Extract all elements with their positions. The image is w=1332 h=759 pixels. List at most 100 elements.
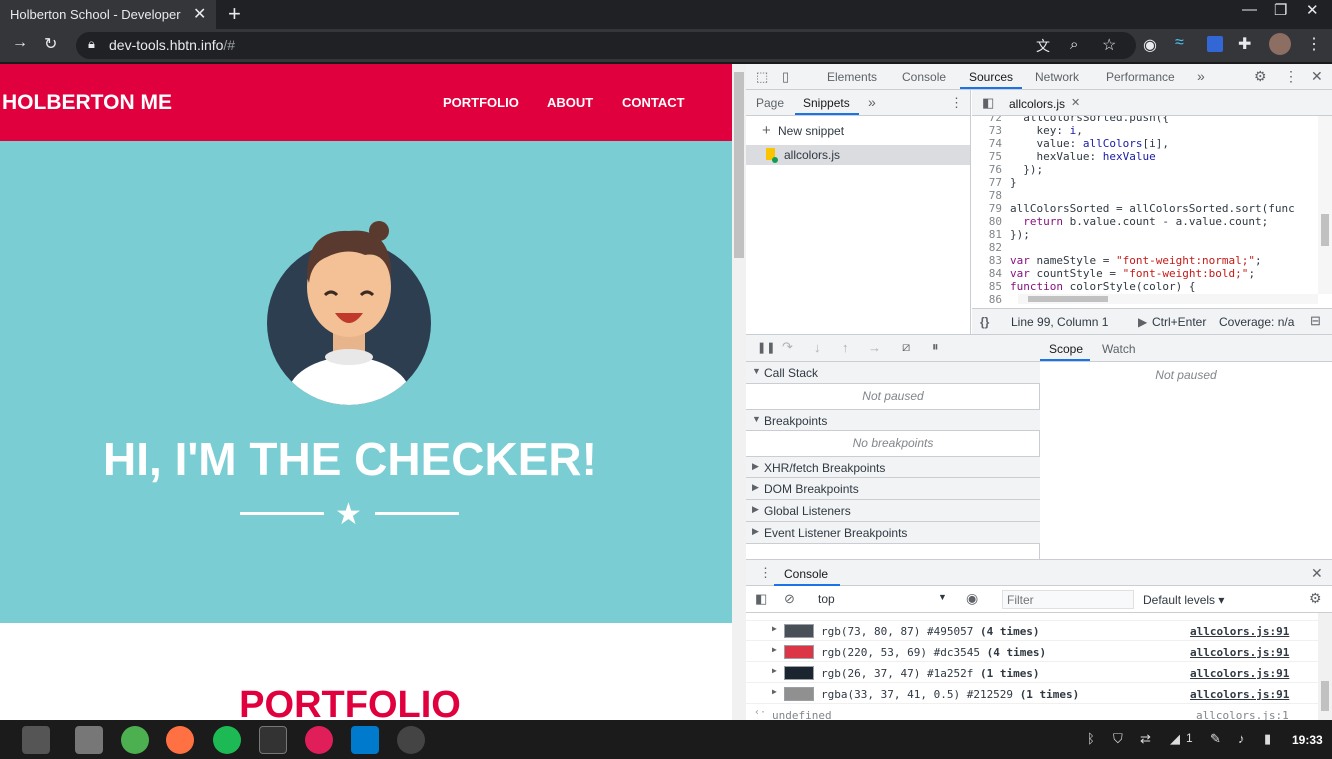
console-log-row[interactable]: ▶ rgb(26, 37, 47) #1a252f (1 times) allcol… [746, 662, 1318, 683]
clock[interactable]: 19:33 [1292, 733, 1323, 747]
plus-icon[interactable]: + [762, 122, 771, 139]
zoom-icon[interactable]: ⌕ [1070, 36, 1078, 53]
browser-tab[interactable]: Holberton School - Developer ✕ [0, 0, 216, 29]
puzzle-icon[interactable]: ✚ [1238, 34, 1251, 54]
line-number[interactable]: 85 [972, 280, 1010, 293]
expand-arrow-icon[interactable]: ▶ [772, 687, 777, 696]
line-number[interactable]: 72 [972, 116, 1010, 124]
code-line[interactable]: 77} [972, 176, 1017, 189]
line-number[interactable]: 77 [972, 176, 1010, 189]
reload-icon[interactable]: ↻ [44, 34, 57, 54]
editor-tab-close-icon[interactable]: ✕ [1071, 96, 1080, 109]
extension-icon[interactable]: ◉ [1143, 35, 1157, 55]
network-icon[interactable]: ⇄ [1140, 731, 1151, 747]
battery-icon[interactable]: ▮ [1264, 731, 1271, 747]
code-line[interactable]: 75 hexValue: hexValue [972, 150, 1156, 163]
chrome-icon[interactable] [121, 726, 149, 754]
page-scrollbar-thumb[interactable] [734, 72, 744, 258]
console-log-row[interactable]: ▶ rgb(220, 53, 69) #dc3545 (4 times) allco… [746, 641, 1318, 662]
vscode-icon[interactable] [351, 726, 379, 754]
console-filter-input[interactable] [1002, 590, 1134, 609]
call-stack-header[interactable]: ▼ Call Stack [746, 362, 1040, 384]
editor-vscroll-thumb[interactable] [1321, 214, 1329, 246]
devtools-close-icon[interactable]: ✕ [1311, 68, 1323, 85]
line-number[interactable]: 86 [972, 293, 1010, 306]
line-number[interactable]: 78 [972, 189, 1010, 202]
line-number[interactable]: 76 [972, 163, 1010, 176]
window-close-button[interactable]: ✕ [1306, 1, 1319, 19]
page-scrollbar[interactable] [732, 64, 746, 720]
tab-scope[interactable]: Scope [1049, 342, 1083, 356]
code-line[interactable]: 74 value: allColors[i], [972, 137, 1169, 150]
code-line[interactable]: 73 key: i, [972, 124, 1083, 137]
step-into-icon[interactable]: ↓ [814, 340, 821, 355]
editor-hscroll[interactable] [1018, 294, 1318, 304]
toggle-navigator-icon[interactable]: ◧ [982, 95, 994, 111]
slack-icon[interactable] [305, 726, 333, 754]
code-line[interactable]: 83 var nameStyle = "font-weight:normal;"; [972, 254, 1262, 267]
lock-icon[interactable]: 🔒︎ [88, 36, 95, 52]
nav-about[interactable]: ABOUT [547, 95, 593, 110]
sidebar-toggle-icon[interactable]: ◧ [755, 591, 767, 607]
menu-kebab-icon[interactable]: ⋮ [1306, 34, 1322, 54]
code-line[interactable]: 85 function colorStyle(color) { [972, 280, 1196, 293]
nav-portfolio[interactable]: PORTFOLIO [443, 95, 519, 110]
profile-avatar[interactable] [1269, 33, 1291, 55]
log-source-link[interactable]: allcolors.js:91 [1190, 688, 1289, 701]
extension-wave-icon[interactable]: ≈ [1175, 34, 1184, 52]
spotify-icon[interactable] [213, 726, 241, 754]
shield-icon[interactable]: ⛉ [1113, 731, 1123, 747]
log-levels-dropdown[interactable]: Default levels ▾ [1143, 593, 1224, 607]
bookmark-star-icon[interactable]: ☆ [1102, 35, 1116, 55]
pause-icon[interactable]: ❚❚ [757, 341, 775, 354]
tab-page[interactable]: Page [756, 96, 784, 110]
tab-sources[interactable]: Sources [969, 70, 1013, 84]
minimize-button[interactable]: — [1242, 1, 1257, 18]
drawer-close-icon[interactable]: ✕ [1311, 565, 1323, 582]
live-expression-eye-icon[interactable]: ◉ [966, 590, 978, 607]
line-number[interactable]: 73 [972, 124, 1010, 137]
drawer-menu-icon[interactable]: ⋮ [759, 565, 772, 581]
site-brand[interactable]: HOLBERTON ME [2, 91, 172, 115]
line-number[interactable]: 79 [972, 202, 1010, 215]
tab-performance[interactable]: Performance [1106, 70, 1175, 84]
screenshot-icon[interactable] [397, 726, 425, 754]
step-over-icon[interactable]: ↷ [782, 339, 793, 355]
expand-arrow-icon[interactable]: ▶ [772, 666, 777, 675]
tab-elements[interactable]: Elements [827, 70, 877, 84]
global-listeners-header[interactable]: ▶ Global Listeners [746, 500, 1040, 522]
expand-arrow-icon[interactable]: ▶ [772, 645, 777, 654]
address-bar[interactable]: 🔒︎ dev-tools.hbtn.info/# 文 ⌕ ☆ [76, 32, 1136, 59]
music-icon[interactable]: ♪ [1238, 731, 1245, 746]
file-manager-icon[interactable] [22, 726, 50, 754]
tab-watch[interactable]: Watch [1102, 342, 1136, 356]
line-number[interactable]: 81 [972, 228, 1010, 241]
code-line[interactable]: 84 var countStyle = "font-weight:bold;"; [972, 267, 1255, 280]
run-shortcut[interactable]: Ctrl+Enter [1152, 315, 1206, 329]
code-line[interactable]: 80 return b.value.count - a.value.count; [972, 215, 1269, 228]
step-icon[interactable]: → [868, 340, 881, 355]
code-line[interactable]: 82 [972, 241, 1010, 254]
xhr-breakpoints-header[interactable]: ▶ XHR/fetch Breakpoints [746, 456, 1040, 478]
folder-icon[interactable] [75, 726, 103, 754]
tab-console-drawer[interactable]: Console [784, 567, 828, 581]
new-snippet-button[interactable]: New snippet [778, 124, 844, 138]
code-line[interactable]: 86 [972, 293, 1010, 306]
translate-icon[interactable]: 文 [1036, 36, 1050, 56]
device-toggle-icon[interactable]: ▯ [782, 69, 789, 85]
event-listener-breakpoints-header[interactable]: ▶ Event Listener Breakpoints [746, 522, 1040, 544]
code-line[interactable]: 72 allColorsSorted.push({ [972, 116, 1169, 124]
url-text[interactable]: dev-tools.hbtn.info/# [109, 37, 235, 53]
tab-network[interactable]: Network [1035, 70, 1079, 84]
console-settings-icon[interactable]: ⚙ [1309, 590, 1322, 607]
inspect-icon[interactable]: ⬚ [756, 69, 768, 85]
line-number[interactable]: 74 [972, 137, 1010, 150]
code-line[interactable]: 76 }); [972, 163, 1043, 176]
clear-console-icon[interactable]: ⊘ [784, 591, 795, 607]
pause-on-exceptions-icon[interactable]: ⏸ [932, 339, 939, 355]
line-number[interactable]: 84 [972, 267, 1010, 280]
forward-icon[interactable]: → [12, 34, 28, 52]
log-source-link[interactable]: allcolors.js:91 [1190, 625, 1289, 638]
code-line[interactable]: 81}); [972, 228, 1030, 241]
code-line[interactable]: 78 [972, 189, 1010, 202]
